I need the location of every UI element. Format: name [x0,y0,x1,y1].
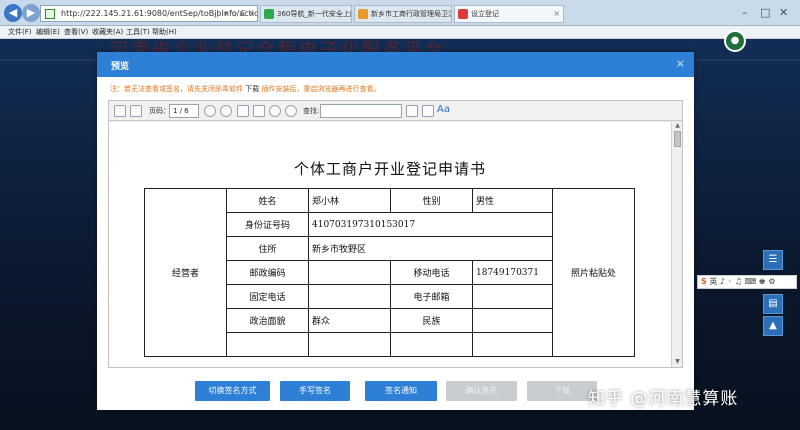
cut-off-cell [390,332,473,357]
postcode-value [308,260,391,285]
notice-prefix: 注：若无法查看或签名，请先关闭杀毒软件 [110,85,243,93]
sogou-icon: S [701,277,707,286]
menu-view[interactable]: 查看(V) [64,26,88,39]
tab-360[interactable]: 360导航_新一代安全上网导航 [260,5,352,23]
political-label: 政治面貌 [226,308,309,333]
disabled-button[interactable]: 确认签名 [446,381,517,401]
tab-label: 360导航_新一代安全上网导航 [277,10,351,18]
tab-favicon-icon [264,9,274,19]
float-tool-icon[interactable]: ☰ [763,250,783,270]
email-label: 电子邮箱 [390,284,473,309]
document-title: 个体工商户开业登记申请书 [293,160,486,178]
cut-off-cell [226,332,309,357]
search-next-icon[interactable] [422,105,434,117]
photo-area: 照片粘贴处 [552,188,635,357]
registration-form-table: 经营者 姓名 郑小林 性别 男性 照片粘贴处 身份证号码 41070319731… [144,188,635,357]
cut-off-cell [472,332,553,357]
handwrite-sign-button[interactable]: 手写签名 [280,381,350,401]
table-row: 经营者 姓名 郑小林 性别 男性 照片粘贴处 [144,188,635,357]
tab-favicon-icon [458,9,468,19]
preview-modal: 预览 × 注：若无法查看或签名，请先关闭杀毒软件 下载 插件安装后，重启浏览器再… [97,52,694,410]
tab-gongshang[interactable]: 新乡市工商行政管理局卫滨分... [354,5,452,23]
address-label: 住所 [226,236,309,261]
modal-title: 预览 [111,62,130,72]
pdf-toolbar: 页码： 1 / 6 查找: Aa [109,101,682,121]
menu-file[interactable]: 文件(F) [8,26,32,39]
watermark-text: 知乎 @河南慧算账 [588,389,739,409]
fit-width-icon[interactable] [253,105,265,117]
float-tool-icon[interactable]: ▤ [763,294,783,314]
download-link[interactable]: 下载 [245,85,259,93]
browser-titlebar: ◀ ▶ http://222.145.21.61:9080/entSep/toB… [0,0,800,26]
political-value: 群众 [308,308,391,333]
mobile-label: 移动电话 [390,260,473,285]
close-icon[interactable]: × [676,57,685,70]
page-number-input[interactable]: 1 / 6 [169,104,199,118]
address-bar[interactable]: http://222.145.21.61:9080/entSep/toBjbIn… [40,5,258,22]
page-icon [45,9,55,19]
save-icon[interactable] [114,105,126,117]
page-label: 页码： [149,107,170,115]
mic-icon[interactable]: ● [724,30,746,52]
maximize-icon[interactable]: □ [760,6,770,19]
mobile-value: 18749170371 [472,260,553,285]
ethnic-label: 民族 [390,308,473,333]
name-value: 郑小林 [308,188,391,213]
phone-label: 固定电话 [226,284,309,309]
menu-edit[interactable]: 编辑(E) [36,26,60,39]
postcode-label: 邮政编码 [226,260,309,285]
email-value [472,284,553,309]
gender-value: 男性 [472,188,553,213]
tab-label: 设立登记 [471,10,499,18]
sign-notice-button[interactable]: 签名通知 [365,381,437,401]
back-button[interactable]: ◀ [4,4,22,22]
pdf-scrollbar[interactable]: ▲ ▼ [671,122,682,367]
scroll-up-icon[interactable]: ▲ [673,122,682,130]
phone-value [308,284,391,309]
install-notice: 注：若无法查看或签名，请先关闭杀毒软件 下载 插件安装后，重启浏览器再进行查看。 [110,82,681,96]
page-prev-icon[interactable] [204,105,216,117]
gender-label: 性别 [390,188,473,213]
match-case-icon[interactable]: Aa [437,104,450,115]
ime-toolbar-text: 英 ♪ ◦ ♫ ⌨ ♚ ⚙ [709,277,776,286]
ethnic-value [472,308,553,333]
forward-button[interactable]: ▶ [22,4,40,22]
zoom-out-icon[interactable] [269,105,281,117]
float-tool-icon[interactable]: ▲ [763,316,783,336]
notice-suffix: 插件安装后，重启浏览器再进行查看。 [261,85,381,93]
cut-off-cell [308,332,391,357]
id-label: 身份证号码 [226,212,309,237]
tab-label: 新乡市工商行政管理局卫滨分... [371,10,451,18]
ime-toolbar[interactable]: S 英 ♪ ◦ ♫ ⌨ ♚ ⚙ [697,275,797,289]
scroll-down-icon[interactable]: ▼ [673,358,682,366]
switch-sign-button[interactable]: 切换签名方式 [195,381,270,401]
page-next-icon[interactable] [220,105,232,117]
scroll-thumb[interactable] [674,131,681,147]
tab-favicon-icon [358,9,368,19]
print-icon[interactable] [130,105,142,117]
disabled-button[interactable]: 下载 [527,381,597,401]
id-value: 410703197310153017 [308,212,553,237]
tab-close-icon[interactable]: × [553,6,560,22]
zoom-in-icon[interactable] [285,105,297,117]
tab-setup-registration[interactable]: 设立登记 × [454,5,564,23]
search-label: 查找: [303,107,320,115]
search-prev-icon[interactable] [406,105,418,117]
search-input[interactable] [320,104,402,118]
modal-header: 预览 × [97,52,694,77]
minimize-icon[interactable]: – [742,6,748,19]
operator-label: 经营者 [144,188,227,357]
address-value: 新乡市牧野区 [308,236,553,261]
address-tools[interactable]: ρ ▾ ☆ C × [216,6,255,21]
pdf-viewer: 页码： 1 / 6 查找: Aa 个体工商户开业登记申请书 经营者 姓名 郑小林… [108,100,683,368]
fit-page-icon[interactable] [237,105,249,117]
name-label: 姓名 [226,188,309,213]
pdf-page: 个体工商户开业登记申请书 经营者 姓名 郑小林 性别 男性 照片粘贴处 身份证号… [109,122,671,367]
close-window-icon[interactable]: ✕ [779,6,788,19]
